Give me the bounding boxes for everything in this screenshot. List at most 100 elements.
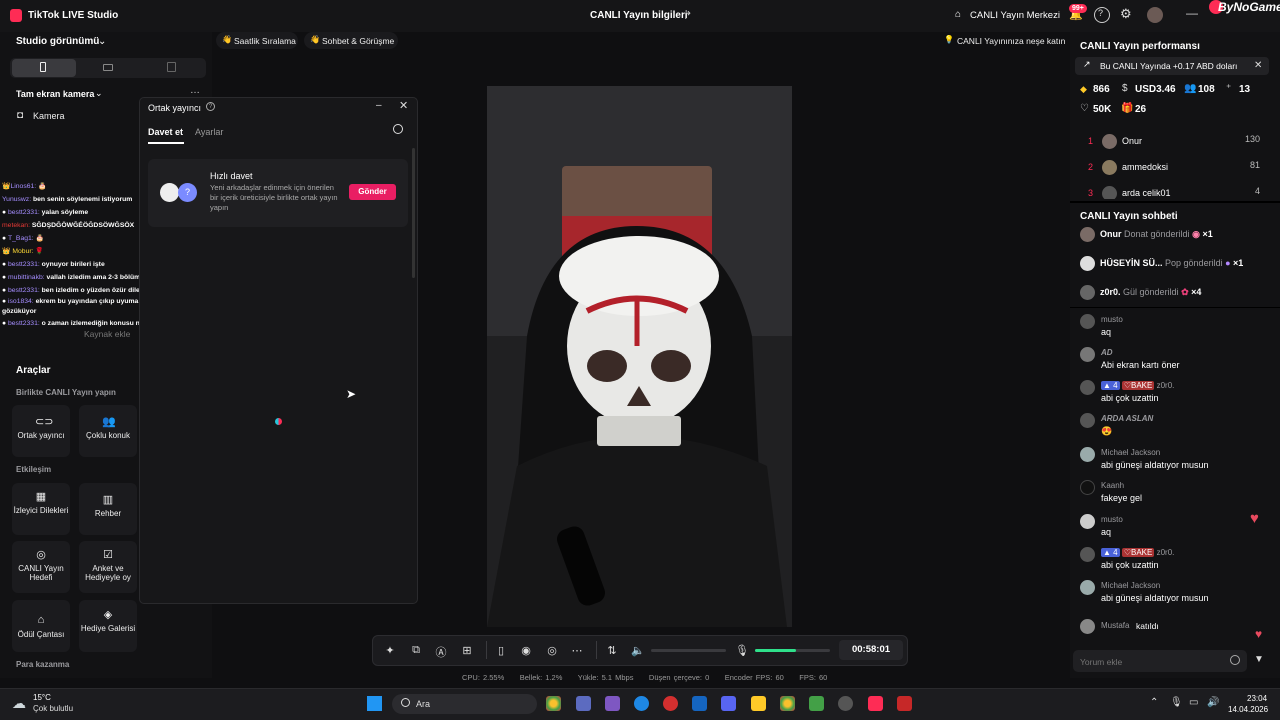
file-explorer-icon[interactable] (751, 696, 766, 711)
donut-gift-icon: ◉ (1192, 228, 1200, 239)
live-info-button[interactable]: CANLI Yayın bilgileri (590, 10, 688, 21)
video-frame (487, 86, 792, 627)
users-icon: 👥 (102, 416, 116, 428)
add-source-button[interactable]: Kaynak ekle (84, 329, 130, 339)
avatar (1080, 285, 1095, 300)
chevron-up-icon[interactable]: ⌃ (1150, 697, 1158, 708)
search-icon (401, 698, 410, 707)
chevron-down-icon: ⌄ (95, 88, 103, 98)
tab-settings[interactable]: Ayarlar (195, 127, 223, 137)
avatar (1080, 480, 1095, 495)
avatar (1102, 160, 1117, 175)
microphone-icon[interactable]: 🎙 (1170, 697, 1183, 708)
info-icon[interactable]: ? (206, 102, 215, 111)
quick-invite-title: Hızlı davet (210, 171, 253, 181)
avatar (1080, 447, 1095, 462)
close-icon[interactable]: ✕ (1254, 60, 1262, 71)
ai-icon[interactable]: Ⓐ (434, 644, 448, 659)
tiktok-live-studio-icon[interactable] (868, 696, 883, 711)
avatar (1102, 134, 1117, 149)
link-icon: ⊂⊃ (35, 416, 54, 428)
camera-source[interactable]: Kamera (33, 111, 65, 121)
tools-title: Araçlar (16, 365, 51, 376)
home-icon[interactable]: ⌂ (955, 9, 961, 20)
live-chat-title: CANLI Yayın sohbeti (1080, 211, 1178, 222)
network-icon[interactable]: ▭ (1189, 697, 1198, 708)
edge-icon[interactable] (634, 696, 649, 711)
chrome-icon[interactable] (780, 696, 795, 711)
share-icon[interactable]: ↱ (683, 9, 695, 22)
volume-slider[interactable] (651, 649, 726, 652)
weather-desc[interactable]: Çok bulutlu (33, 704, 73, 713)
mail-icon[interactable] (692, 696, 707, 711)
scrollbar[interactable] (412, 148, 415, 278)
clock-date[interactable]: 14.04.2026 (1228, 705, 1268, 714)
avatar (1080, 380, 1095, 395)
avatar (1080, 619, 1095, 634)
weather-temp[interactable]: 15°C (33, 693, 51, 702)
avatar (1102, 186, 1117, 199)
audio-mixer-icon[interactable]: ⇅ (605, 644, 619, 658)
add-scene-icon[interactable]: ⊞ (460, 644, 474, 658)
youtube-icon[interactable] (897, 696, 912, 711)
effects-icon[interactable]: ⧉ (409, 644, 423, 658)
loading-spinner (275, 418, 282, 425)
taskbar-search[interactable] (392, 694, 537, 714)
more-options-icon[interactable]: … (190, 85, 200, 96)
phone-icon[interactable]: ▯ (494, 644, 508, 658)
poll-tool-button[interactable]: ☑ Anket ve Hediyeyle oy (79, 541, 137, 593)
teams-icon[interactable] (605, 696, 620, 711)
gift-gallery-icon: ◈ (103, 609, 113, 621)
camera-icon: ◘ (17, 110, 24, 121)
record-icon[interactable]: ◉ (519, 644, 533, 658)
filter-icon[interactable]: ▼ (1254, 654, 1264, 665)
guide-tool-button[interactable]: ▥ Rehber (79, 483, 137, 535)
ranking-row[interactable]: 3 arda celik01 4 (1088, 186, 1260, 199)
app-icon[interactable] (809, 696, 824, 711)
comment-input[interactable] (1080, 655, 1230, 668)
camera-switch-icon[interactable]: ◎ (545, 644, 559, 658)
app-icon[interactable] (576, 696, 591, 711)
minimize-icon[interactable]: — (1186, 6, 1198, 20)
emoji-icon[interactable] (1230, 655, 1240, 665)
clock-time[interactable]: 23:04 (1247, 694, 1267, 703)
magic-wand-icon[interactable]: ✦ (383, 644, 397, 658)
studio-view-dropdown[interactable]: Studio görünümü (16, 36, 99, 47)
cpu-stat: CPU: 2.55% (462, 673, 505, 682)
volume-icon[interactable]: 🔊 (1207, 697, 1219, 708)
live-goal-tool-button[interactable]: ◎ CANLI Yayın Hedefi (12, 541, 70, 593)
chat-meet-label: Sohbet & Görüşme (322, 36, 395, 46)
settings-gear-icon[interactable]: ⚙ (1120, 6, 1132, 22)
search-icon[interactable] (393, 124, 403, 134)
ranking-row[interactable]: 1 Onur 130 (1088, 134, 1260, 149)
close-icon[interactable]: ✕ (399, 99, 408, 112)
scene-dropdown[interactable]: Tam ekran kamera (16, 89, 94, 99)
gift-gallery-tool-button[interactable]: ◈ Hediye Galerisi (79, 600, 137, 652)
multi-guest-tool-button[interactable]: 👥 Çoklu konuk (79, 405, 137, 457)
tab-invite[interactable]: Davet et (148, 127, 183, 137)
cohost-tool-button[interactable]: ⊂⊃ Ortak yayıncı (12, 405, 70, 457)
send-invite-button[interactable]: Gönder (349, 184, 396, 200)
live-center-button[interactable]: CANLI Yayın Merkezi (970, 10, 1060, 21)
landscape-view-icon[interactable] (103, 64, 113, 71)
tiktok-logo-icon (10, 9, 22, 22)
minimize-icon[interactable]: – (376, 100, 382, 111)
microphone-icon[interactable]: 🎙 (735, 644, 749, 658)
performance-stats: CPU: 2.55% Bellek: 1.2% Yükle: 5.1 Mbps … (462, 673, 827, 682)
viewer-requests-tool-button[interactable]: ▦ İzleyici Dilekleri (12, 483, 70, 535)
hourly-ranking-label: Saatlik Sıralama (234, 36, 296, 46)
reward-bag-tool-button[interactable]: ⌂ Ödül Çantası (12, 600, 70, 652)
app-icon[interactable] (838, 696, 853, 711)
discord-icon[interactable] (721, 696, 736, 711)
profile-avatar[interactable] (1147, 7, 1163, 23)
target-icon: ◎ (36, 549, 46, 561)
divider (1070, 307, 1280, 308)
chrome-icon[interactable] (546, 696, 561, 711)
opera-icon[interactable] (663, 696, 678, 711)
fan-badge: ♡BAKE (1121, 548, 1155, 557)
dual-view-icon[interactable] (167, 62, 176, 72)
more-options-icon[interactable]: ⋯ (570, 644, 584, 658)
windows-start-icon[interactable] (367, 696, 382, 711)
ranking-row[interactable]: 2 ammedoksi 81 (1088, 160, 1260, 175)
speaker-icon[interactable]: 🔈 (631, 644, 645, 658)
